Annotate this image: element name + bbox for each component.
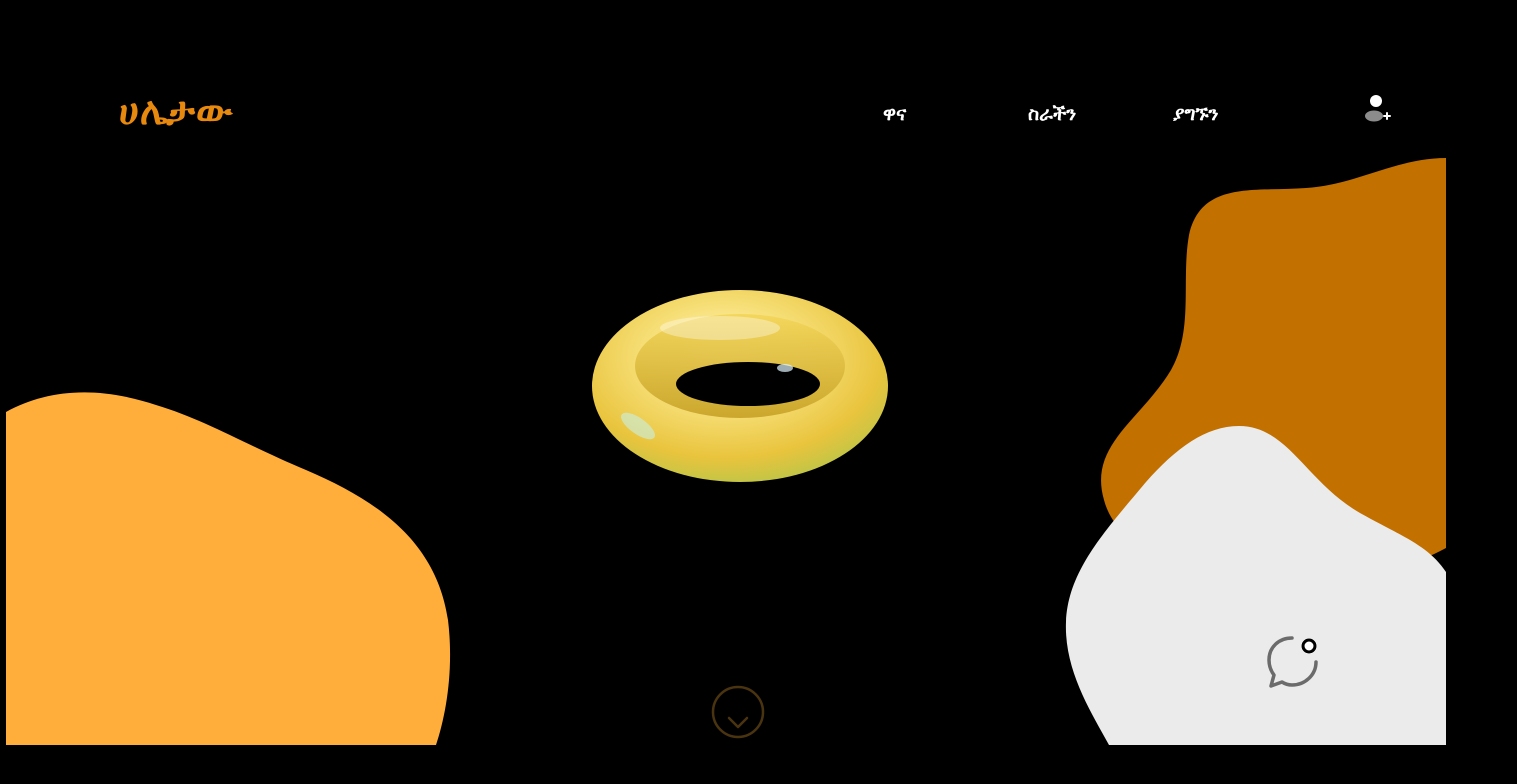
- left-orange-blob: [6, 392, 451, 745]
- add-user-icon[interactable]: [1363, 94, 1391, 126]
- nav-item-home[interactable]: ዋና: [883, 105, 906, 124]
- page: ሀሌታው ዋና ስራችን ያግኙን: [0, 0, 1517, 784]
- site-logo[interactable]: ሀሌታው: [119, 92, 234, 130]
- scroll-down-button[interactable]: [711, 685, 765, 739]
- hero-section: ሀሌታው ዋና ስራችን ያግኙን: [6, 0, 1446, 745]
- torus-graphic: [592, 290, 888, 482]
- nav-item-work[interactable]: ስራችን: [1028, 105, 1076, 124]
- nav-item-contact[interactable]: ያግኙን: [1173, 105, 1218, 124]
- chat-button[interactable]: [1264, 634, 1322, 690]
